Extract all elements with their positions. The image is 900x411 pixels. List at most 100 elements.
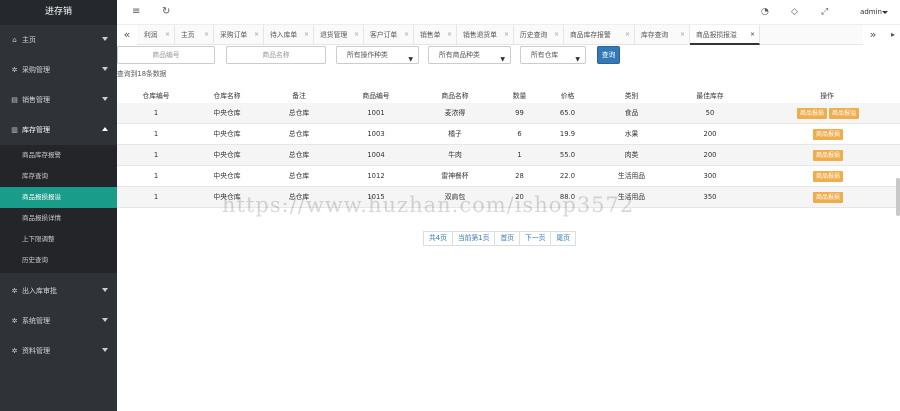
- dashboard-icon[interactable]: ◔: [761, 7, 769, 17]
- tab-label: 销售单: [420, 31, 441, 39]
- tab-label: 销售退货单: [463, 31, 497, 39]
- menu-toggle-icon[interactable]: ≡: [132, 7, 140, 17]
- tab-stock-query[interactable]: 库存查询 ×: [635, 25, 690, 45]
- sidebar-item-approval[interactable]: ✲ 出入库审批: [0, 276, 117, 306]
- close-icon[interactable]: ×: [504, 25, 509, 45]
- submenu-item-stock-alarm[interactable]: 商品库存报警: [0, 145, 117, 166]
- table-cell: 200: [703, 130, 717, 138]
- submenu-item-history[interactable]: 历史查询: [0, 250, 117, 271]
- tab-customer-order[interactable]: 客户订单 ×: [364, 25, 414, 45]
- close-icon[interactable]: ×: [165, 25, 170, 45]
- sidebar-item-sales[interactable]: ▤ 销售管理: [0, 85, 117, 115]
- table-cell: 总仓库: [288, 151, 310, 159]
- table-cell: 99: [515, 109, 524, 117]
- chevron-down-icon: [102, 318, 108, 322]
- header-cell: 仓库名称: [213, 92, 241, 100]
- goods-type-select[interactable]: 所有商品种类 ▼: [428, 46, 511, 64]
- product-name-input[interactable]: 商品名称: [226, 46, 326, 64]
- table-cell: 1: [153, 109, 159, 117]
- watermark: https://www.huzhan.com/ishop3572: [222, 193, 635, 217]
- sidebar-item-home[interactable]: ⌂ 主页: [0, 25, 117, 55]
- tab-pending-inbound[interactable]: 待入库单 ×: [264, 25, 314, 45]
- tag-icon[interactable]: ◇: [791, 7, 798, 17]
- close-icon[interactable]: ×: [680, 25, 685, 45]
- close-icon[interactable]: ×: [204, 25, 209, 45]
- report-loss-button[interactable]: 商品报损: [812, 191, 843, 203]
- submenu-item-stock-query[interactable]: 库存查询: [0, 166, 117, 187]
- result-count: 查询到18条数据: [117, 70, 167, 78]
- last-page-button[interactable]: 尾页: [550, 231, 577, 246]
- close-icon[interactable]: ×: [404, 25, 409, 45]
- header-cell: 最佳库存: [696, 92, 724, 100]
- first-page-button[interactable]: 首页: [494, 231, 521, 246]
- table-cell: 中央仓库: [213, 109, 241, 117]
- close-icon[interactable]: ×: [254, 25, 259, 45]
- table-cell: 300: [703, 172, 717, 180]
- tab-sales-return[interactable]: 销售退货单 ×: [457, 25, 514, 45]
- sidebar-item-label: 库存管理: [22, 126, 50, 134]
- report-loss-button[interactable]: 商品报损: [812, 128, 843, 140]
- page-total: 共4页: [423, 231, 453, 246]
- table-cell: 牛肉: [448, 151, 462, 159]
- tab-returns[interactable]: 退货管理 ×: [314, 25, 364, 45]
- select-value: 所有仓库: [531, 51, 559, 59]
- chevron-down-icon: ▼: [408, 56, 413, 63]
- tab-profit[interactable]: 利润 ×: [138, 25, 175, 45]
- close-icon[interactable]: ×: [625, 25, 630, 45]
- table-cell: 55.0: [559, 151, 576, 159]
- close-icon[interactable]: ×: [354, 25, 359, 45]
- table-cell: 肉类: [624, 151, 639, 159]
- tab-scroll-right-icon[interactable]: »: [863, 25, 883, 45]
- gear-icon: ✲: [11, 287, 18, 295]
- table-cell: 1003: [367, 130, 385, 138]
- warehouse-select[interactable]: 所有仓库 ▼: [520, 46, 586, 64]
- sidebar-item-data[interactable]: ✲ 资料管理: [0, 336, 117, 366]
- tab-sales-order[interactable]: 销售单 ×: [414, 25, 457, 45]
- close-icon[interactable]: ×: [554, 25, 559, 45]
- tab-menu-icon[interactable]: ▸: [883, 25, 900, 45]
- submenu-item-limit-adjust[interactable]: 上下限调整: [0, 229, 117, 250]
- tab-loss-overflow[interactable]: 商品报损报溢 ×: [690, 25, 760, 45]
- product-code-input[interactable]: 商品编号: [117, 46, 215, 64]
- report-loss-button[interactable]: 商品报损: [812, 170, 843, 182]
- table-cell: 1004: [367, 151, 385, 159]
- close-icon[interactable]: ×: [750, 25, 755, 43]
- submenu-item-loss-overflow[interactable]: 商品报损报溢: [0, 187, 117, 208]
- chart-icon: ▥: [11, 126, 18, 134]
- chevron-up-icon: [102, 127, 108, 131]
- tab-purchase-order[interactable]: 采购订单 ×: [214, 25, 264, 45]
- chevron-down-icon: ▼: [500, 56, 505, 63]
- tab-scroll-left-icon[interactable]: «: [117, 25, 137, 45]
- sidebar-item-purchase[interactable]: ✲ 采购管理: [0, 55, 117, 85]
- header-cell: 类别: [624, 92, 639, 100]
- table-cell: 中央仓库: [213, 151, 241, 159]
- top-bar: ≡ ↻ ◔ ◇ ⤢ admin: [117, 0, 900, 25]
- report-loss-button[interactable]: 商品报损: [796, 107, 827, 119]
- table-cell: 22.0: [559, 172, 576, 180]
- sidebar-item-label: 资料管理: [22, 347, 50, 355]
- sidebar-item-inventory[interactable]: ▥ 库存管理: [0, 115, 117, 145]
- report-loss-button[interactable]: 商品报损: [812, 149, 843, 161]
- tab-label: 历史查询: [520, 31, 548, 39]
- next-page-button[interactable]: 下一页: [519, 231, 552, 246]
- tab-stock-alarm[interactable]: 商品库存报警 ×: [564, 25, 635, 45]
- row-actions: 商品报损 商品报溢: [787, 103, 867, 124]
- sidebar-item-system[interactable]: ✲ 系统管理: [0, 306, 117, 336]
- submenu-item-loss-detail[interactable]: 商品报损详情: [0, 208, 117, 229]
- operation-type-select[interactable]: 所有操作种类 ▼: [336, 46, 419, 64]
- fullscreen-icon[interactable]: ⤢: [821, 7, 828, 17]
- close-icon[interactable]: ×: [447, 25, 452, 45]
- user-menu[interactable]: admin: [860, 8, 882, 16]
- chevron-down-icon: [102, 67, 108, 71]
- table-cell: 生活用品: [617, 172, 646, 180]
- refresh-icon[interactable]: ↻: [162, 7, 170, 17]
- home-icon: ⌂: [12, 36, 17, 44]
- tab-home[interactable]: 主页 ×: [175, 25, 214, 45]
- report-overflow-button[interactable]: 商品报溢: [829, 107, 860, 119]
- query-button[interactable]: 查询: [597, 46, 620, 64]
- close-icon[interactable]: ×: [304, 25, 309, 45]
- table-cell: 200: [703, 151, 717, 159]
- scrollbar[interactable]: [896, 178, 900, 216]
- inventory-submenu: 商品库存报警 库存查询 商品报损报溢 商品报损详情 上下限调整 历史查询: [0, 145, 117, 273]
- tab-history[interactable]: 历史查询 ×: [514, 25, 564, 45]
